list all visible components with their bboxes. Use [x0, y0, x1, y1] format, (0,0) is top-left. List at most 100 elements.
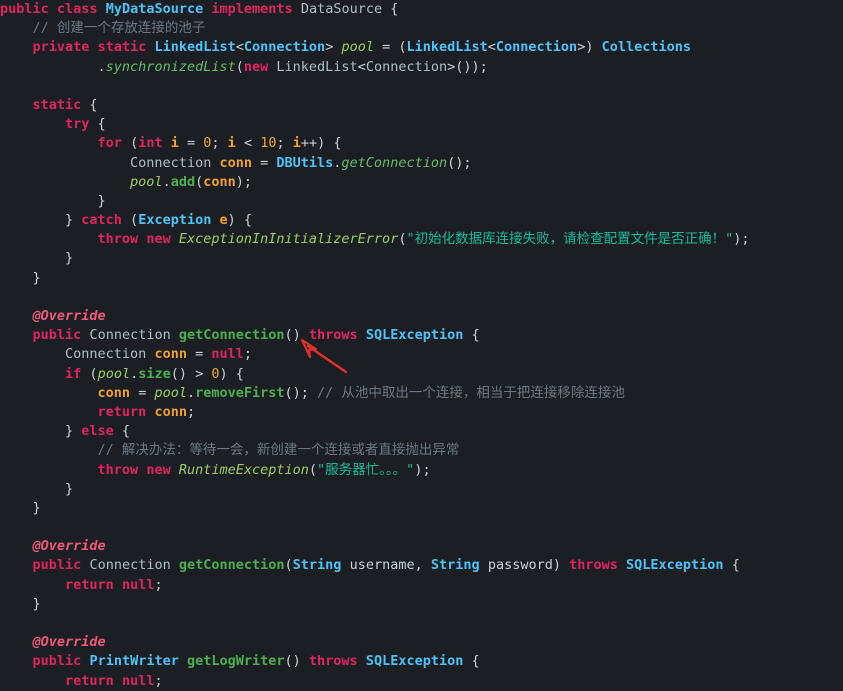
- code-token: ;: [276, 135, 293, 152]
- code-token: <: [235, 39, 244, 56]
- code-token: {: [463, 653, 480, 670]
- code-line: static {: [0, 96, 843, 115]
- code-token: LinkedList: [406, 39, 488, 56]
- code-token: conn: [219, 154, 252, 171]
- code-token: );: [235, 173, 253, 190]
- code-token: pool: [341, 39, 374, 56]
- code-token: pool: [97, 365, 131, 382]
- code-line: conn = pool.removeFirst(); // 从池中取出一个连接，…: [0, 384, 843, 403]
- code-token: RuntimeException: [178, 461, 309, 478]
- code-token: pool: [154, 384, 187, 401]
- code-token: i: [227, 135, 236, 152]
- code-token: i: [292, 135, 301, 152]
- code-token: <: [235, 135, 261, 152]
- code-token: new: [146, 461, 171, 478]
- code-token: // 创建一个存放连接的池子: [32, 20, 206, 37]
- code-token: catch: [81, 212, 122, 229]
- code-token: conn: [97, 384, 131, 401]
- code-token: ;: [154, 672, 163, 689]
- code-token: MyDataSource: [105, 1, 204, 17]
- code-token: @Override: [32, 308, 106, 324]
- code-token: {: [382, 1, 399, 17]
- code-token: getConnection: [178, 557, 285, 574]
- code-token: ++) {: [300, 135, 342, 152]
- code-line: return conn;: [0, 403, 843, 422]
- code-line: } catch (Exception e) {: [0, 211, 843, 230]
- code-token: .: [130, 365, 139, 382]
- code-token: ) {: [219, 365, 244, 382]
- code-token: {: [89, 116, 106, 133]
- code-line: .synchronizedList(new LinkedList<Connect…: [0, 58, 843, 77]
- code-token: );: [414, 461, 431, 478]
- code-line: @Override: [0, 633, 843, 652]
- code-token: DBUtils: [276, 154, 334, 171]
- code-token: String: [430, 557, 480, 574]
- code-token: }: [0, 595, 41, 612]
- code-token: (): [284, 327, 309, 344]
- code-token: LinkedList: [154, 39, 236, 56]
- code-token: public: [32, 327, 82, 344]
- code-token: else: [81, 423, 114, 440]
- code-line: }: [0, 480, 843, 499]
- code-token: Collections: [601, 39, 691, 56]
- code-line: }: [0, 249, 843, 268]
- code-token: () >: [170, 365, 212, 382]
- code-token: int: [138, 135, 163, 152]
- code-token: ): [552, 557, 570, 574]
- code-token: {: [81, 96, 98, 113]
- code-token: ;: [243, 346, 253, 363]
- code-token: return: [97, 403, 147, 420]
- code-token: {: [723, 557, 740, 574]
- code-token: private: [32, 39, 90, 56]
- code-token: conn: [154, 403, 187, 420]
- code-lines-container[interactable]: public class MyDataSource implements Dat…: [0, 0, 843, 691]
- code-token: getConnection: [178, 327, 285, 344]
- code-token: new: [243, 58, 269, 75]
- code-token: {: [113, 423, 131, 440]
- code-token: if: [65, 365, 82, 382]
- code-token: .: [0, 58, 106, 75]
- code-token: public: [32, 653, 82, 670]
- code-token: >: [325, 39, 342, 56]
- code-token: }: [0, 250, 74, 267]
- code-token: =: [130, 384, 155, 401]
- code-line: throw new ExceptionInInitializerError("初…: [0, 230, 843, 249]
- code-token: Connection: [495, 39, 578, 56]
- code-token: throws: [308, 653, 358, 670]
- code-editor[interactable]: public class MyDataSource implements Dat…: [0, 0, 843, 691]
- code-token: ();: [447, 154, 472, 171]
- code-token: .: [186, 384, 196, 401]
- code-token: (: [195, 173, 204, 190]
- code-token: static: [97, 39, 147, 56]
- code-token: }: [0, 192, 106, 209]
- code-token: implements: [211, 1, 293, 17]
- code-token: 0: [211, 365, 220, 382]
- code-token: conn: [203, 173, 236, 190]
- code-line: public Connection getConnection() throws…: [0, 326, 843, 345]
- code-token: }: [0, 480, 74, 497]
- code-line: }: [0, 595, 843, 614]
- code-token: Connection: [89, 557, 171, 574]
- code-token: (: [284, 557, 293, 574]
- code-token: (: [121, 212, 139, 229]
- code-token: class: [56, 1, 98, 17]
- code-token: }: [0, 423, 82, 440]
- code-token: PrintWriter: [89, 653, 179, 670]
